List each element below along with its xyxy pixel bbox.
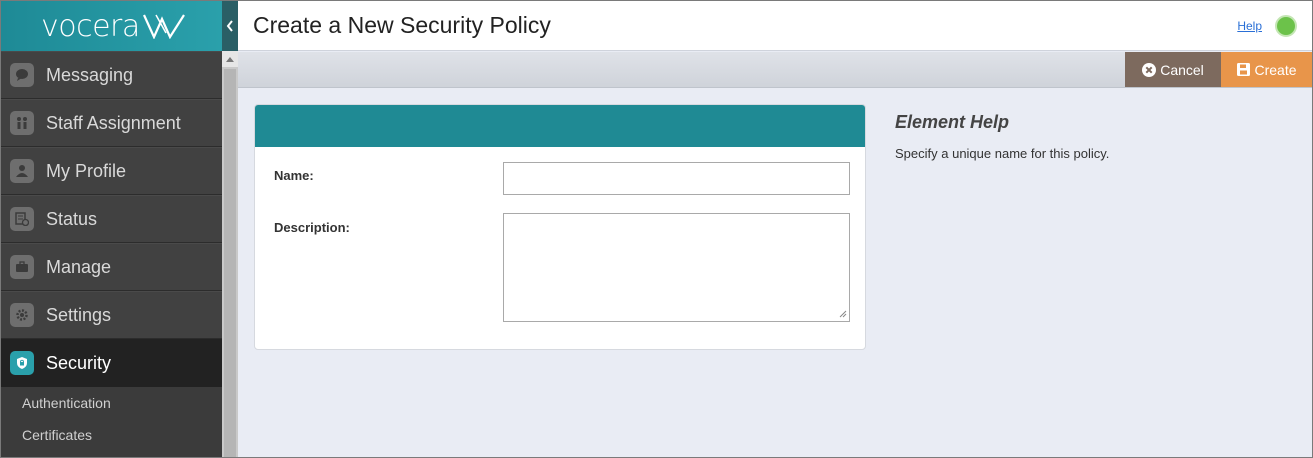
name-label: Name: [274,168,314,183]
sidebar-subitem-certificates[interactable]: Certificates [1,419,222,451]
sidebar-item-label: Staff Assignment [46,112,181,133]
description-label: Description: [274,220,350,235]
sidebar-item-label: My Profile [46,160,127,181]
gear-icon [10,303,34,327]
vocera-logo[interactable]: vocera [1,1,222,51]
sidebar-item-settings[interactable]: Settings [1,291,222,339]
sidebar-item-label: Status [46,208,98,229]
resize-grip-icon[interactable] [838,309,847,318]
sidebar-item-messaging[interactable]: Messaging [1,51,222,99]
sidebar-item-label: Settings [46,304,112,325]
description-textarea[interactable] [503,213,850,322]
policy-form-card: Name: Description: [254,104,866,350]
sidebar-item-staff-assignment[interactable]: Staff Assignment [1,99,222,147]
save-icon [1237,63,1251,76]
sidebar-item-label: Security [46,352,112,373]
chevron-left-icon [226,20,233,32]
page-header: Create a New Security Policy Help [238,1,1312,51]
logo-mark-icon [142,14,185,39]
cancel-label: Cancel [1160,61,1204,78]
create-button[interactable]: Create [1221,52,1312,87]
scrollbar-thumb[interactable] [224,69,236,457]
logo-text: vocera [41,8,140,44]
sidebar-item-security[interactable]: Security [1,339,222,387]
app-window: vocera Messaging Staff Assignment My Pro… [0,0,1313,458]
status-icon [10,207,34,231]
status-indicator [1275,15,1297,37]
chat-bubble-icon [10,63,34,87]
sidebar: vocera Messaging Staff Assignment My Pro… [1,1,222,457]
close-circle-icon [1142,62,1157,77]
person-icon [10,159,34,183]
sidebar-item-label: Manage [46,256,112,277]
help-link[interactable]: Help [1237,19,1262,33]
scroll-up-button[interactable] [222,51,238,67]
sidebar-subitem-authentication[interactable]: Authentication [1,387,222,419]
action-toolbar: Cancel Create [238,52,1312,88]
element-help-text: Specify a unique name for this policy. [895,146,1110,161]
briefcase-icon [10,255,34,279]
sidebar-scrollbar[interactable] [222,51,238,457]
sidebar-item-manage[interactable]: Manage [1,243,222,291]
create-label: Create [1254,61,1297,78]
sidebar-item-status[interactable]: Status [1,195,222,243]
element-help-title: Element Help [895,112,1010,132]
people-icon [10,111,34,135]
name-input[interactable] [503,162,850,195]
card-header [255,105,865,147]
page-title: Create a New Security Policy [253,12,551,38]
sidebar-item-my-profile[interactable]: My Profile [1,147,222,195]
shield-icon [10,351,34,375]
arrow-up-icon [226,57,234,62]
sidebar-item-label: Messaging [46,64,134,85]
cancel-button[interactable]: Cancel [1125,52,1221,87]
collapse-sidebar-button[interactable] [222,1,238,51]
